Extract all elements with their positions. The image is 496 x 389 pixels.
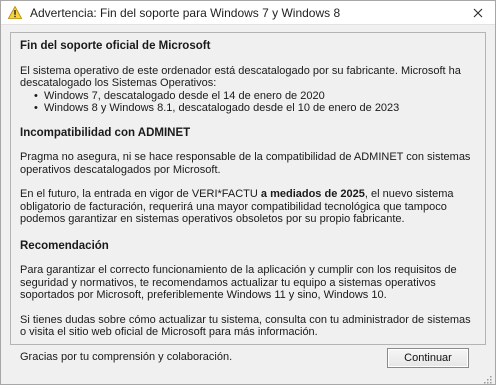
close-button[interactable]: [467, 3, 489, 23]
list-item: • Windows 7, descatalogado desde el 14 d…: [34, 90, 476, 103]
heading-incompatibility: Incompatibilidad con ADMINET: [20, 126, 191, 139]
heading-recommendation: Recomendación: [20, 239, 109, 252]
dialog-window: Advertencia: Fin del soporte para Window…: [0, 0, 496, 385]
discontinued-os-list: • Windows 7, descatalogado desde el 14 d…: [34, 90, 476, 115]
close-icon: [473, 8, 483, 18]
paragraph-no-responsibility: Pragma no asegura, ni se hace responsabl…: [20, 151, 471, 176]
bullet-icon: •: [34, 102, 38, 114]
list-item-text: Windows 8 y Windows 8.1, descatalogado d…: [44, 102, 400, 114]
warning-icon: [7, 5, 23, 21]
paragraph-questions: Si tienes dudas sobre cómo actualizar tu…: [20, 313, 471, 339]
bullet-icon: •: [34, 89, 38, 102]
verifactu-date-bold: a mediados de 2025: [260, 188, 365, 200]
list-item: • Windows 8 y Windows 8.1, descatalogado…: [34, 102, 476, 115]
title-bar[interactable]: Advertencia: Fin del soporte para Window…: [1, 1, 495, 25]
paragraph-recommend-upgrade: Para garantizar el correcto funcionamien…: [20, 264, 457, 301]
list-item-text: Windows 7, descatalogado desde el 14 de …: [44, 89, 325, 102]
heading-end-of-support: Fin del soporte oficial de Microsoft: [20, 40, 211, 52]
paragraph-verifactu: En el futuro, la entrada en vigor de VER…: [20, 188, 476, 226]
verifactu-text-start: En el futuro, la entrada en vigor de VER…: [20, 188, 261, 200]
paragraph-os-discontinued: El sistema operativo de este ordenador e…: [20, 64, 461, 90]
message-panel: Fin del soporte oficial de Microsoft El …: [10, 32, 486, 363]
continue-button[interactable]: Continuar: [387, 348, 469, 368]
resize-grip-icon[interactable]: [482, 371, 492, 384]
window-title: Advertencia: Fin del soporte para Window…: [30, 5, 341, 20]
